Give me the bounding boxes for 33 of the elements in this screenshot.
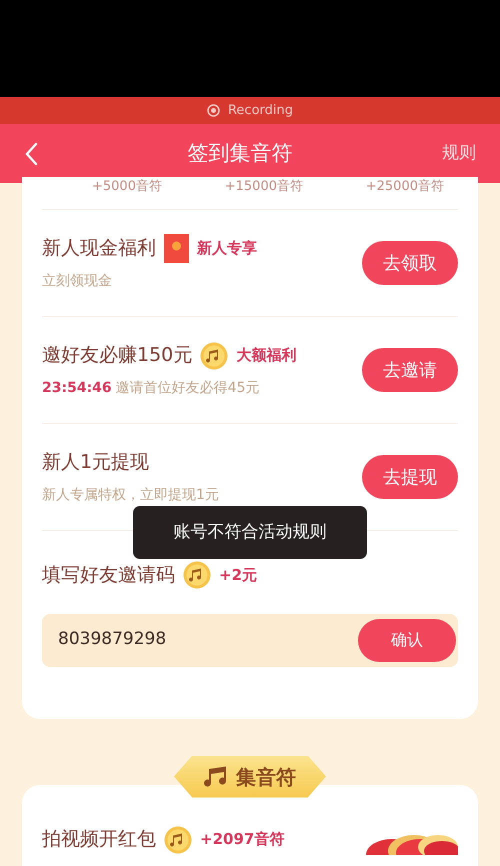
task-tag: 新人专享 (197, 237, 257, 260)
reward-amount: +15000音符 (224, 178, 303, 196)
confirm-button[interactable]: 确认 (358, 618, 456, 662)
task-title: 新人现金福利 (42, 236, 156, 262)
toast-message: 账号不符合活动规则 (133, 506, 367, 559)
task-title: 新人1元提现 (42, 450, 150, 476)
section-title: 集音符 (236, 764, 296, 790)
envelope-icon (164, 234, 189, 263)
page-title: 签到集音符 (188, 140, 292, 167)
task-description: 立刻领现金 (42, 272, 112, 291)
countdown-timer: 23:54:46 (42, 378, 112, 398)
reward-amount: +25000音符 (366, 178, 444, 196)
invite-code-field[interactable]: 8039879298 确认 (42, 614, 458, 666)
music-coin-icon (183, 561, 211, 590)
recording-label: Recording (228, 102, 294, 120)
task-button[interactable]: 去提现 (362, 455, 458, 499)
task-tag: 大额福利 (236, 344, 296, 367)
music-note-icon (204, 766, 228, 788)
music-coin-icon (200, 342, 228, 370)
rules-link[interactable]: 规则 (442, 140, 476, 166)
task-title: 邀好友必赚150元 (42, 343, 192, 368)
recording-icon (206, 104, 220, 117)
task-button[interactable]: 去邀请 (362, 348, 458, 392)
task-description: 邀请首位好友必得45元 (116, 378, 260, 398)
task-tag: +2元 (219, 564, 258, 586)
task-description: 新人专属特权，立即提现1元 (42, 486, 219, 505)
task-title: 填写好友邀请码 (42, 563, 175, 588)
reward-amount: +5000音符 (92, 178, 162, 196)
task-tag: +2097音符 (200, 828, 284, 851)
music-coin-icon (164, 826, 192, 854)
task-title: 拍视频开红包 (42, 827, 156, 852)
task-button[interactable]: 去领取 (362, 241, 458, 285)
back-icon[interactable] (24, 142, 38, 166)
